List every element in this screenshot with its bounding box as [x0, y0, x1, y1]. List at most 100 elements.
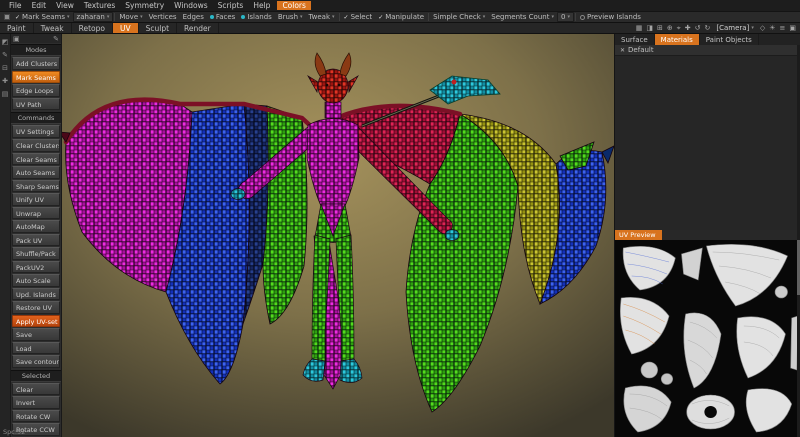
- cmd-sharp-seams[interactable]: Sharp Seams: [12, 180, 60, 193]
- mode-edge-loops[interactable]: Edge Loops: [12, 84, 60, 97]
- cmd-unwrap[interactable]: Unwrap: [12, 207, 60, 220]
- symmetry-icon[interactable]: ⊕: [667, 24, 673, 32]
- uv-preview-panel[interactable]: [615, 240, 800, 437]
- wireframe-icon[interactable]: ▦: [636, 24, 643, 32]
- cmd-restore-uv[interactable]: Restore UV: [12, 301, 60, 314]
- viewport-canvas[interactable]: [62, 34, 614, 437]
- tab-uv[interactable]: UV: [113, 23, 139, 33]
- tab-materials[interactable]: Materials: [655, 34, 700, 45]
- sel-rotate-cw[interactable]: Rotate CW: [12, 410, 60, 423]
- menu-textures[interactable]: Textures: [79, 1, 120, 10]
- move-mode[interactable]: Move ▾: [116, 13, 145, 21]
- cmd-auto-seams[interactable]: Auto Seams: [12, 166, 60, 179]
- segments-value-field[interactable]: 0 ▾: [557, 12, 574, 22]
- chevron-down-icon: ▾: [332, 14, 335, 20]
- shading-icon[interactable]: ◨: [646, 24, 653, 32]
- cmd-clear-clusters[interactable]: Clear Clusters: [12, 139, 60, 152]
- faces-mode[interactable]: Faces: [207, 13, 238, 21]
- rotate-left-icon[interactable]: ↺: [695, 24, 701, 32]
- panel-icon[interactable]: ▣: [13, 35, 20, 43]
- radio-icon: [580, 15, 585, 20]
- cmd-load[interactable]: Load: [12, 342, 60, 355]
- viewport-3d[interactable]: [62, 34, 614, 437]
- material-default-label: Default: [628, 46, 654, 54]
- cmd-pack-uv[interactable]: Pack UV: [12, 234, 60, 247]
- select-label: Select: [351, 13, 373, 21]
- tab-paint-objects[interactable]: Paint Objects: [700, 34, 759, 45]
- vertices-mode[interactable]: Vertices: [146, 13, 180, 21]
- menu-icon[interactable]: ≡: [780, 24, 786, 32]
- cmd-clear-seams[interactable]: Clear Seams: [12, 153, 60, 166]
- transform-icon[interactable]: ✚: [685, 24, 691, 32]
- mode-uv-path[interactable]: UV Path: [12, 98, 60, 111]
- tab-tweak[interactable]: Tweak: [34, 23, 72, 33]
- cmd-save-contour[interactable]: Save contour: [12, 355, 60, 368]
- menu-symmetry[interactable]: Symmetry: [120, 1, 169, 10]
- chevron-down-icon: ▾: [140, 14, 143, 20]
- menu-view[interactable]: View: [51, 1, 79, 10]
- segments-value: 0: [561, 13, 565, 21]
- tab-retopo[interactable]: Retopo: [72, 23, 113, 33]
- close-icon[interactable]: ✕: [620, 47, 625, 54]
- menu-scripts[interactable]: Scripts: [213, 1, 249, 10]
- snap-icon[interactable]: ⌖: [677, 24, 681, 33]
- tab-render[interactable]: Render: [177, 23, 219, 33]
- status-text: Spc:52: [3, 428, 25, 436]
- preset-dropdown[interactable]: zaharan ▾: [73, 12, 114, 22]
- mark-seams-toggle[interactable]: ✓ Mark Seams ▾: [12, 13, 73, 21]
- uv-preview-label[interactable]: UV Preview: [615, 230, 662, 240]
- cmd-uv-settings[interactable]: UV Settings: [12, 125, 60, 138]
- move-label: Move: [119, 13, 138, 21]
- cmd-unify-uv[interactable]: Unify UV: [12, 193, 60, 206]
- islands-mode[interactable]: Islands: [238, 13, 274, 21]
- select-toggle[interactable]: ✓ Select: [341, 13, 376, 21]
- camera-dropdown[interactable]: [Camera] ▾: [714, 24, 755, 32]
- light-icon[interactable]: ☀: [769, 24, 775, 32]
- menu-edit[interactable]: Edit: [27, 1, 52, 10]
- camera-label: [Camera]: [716, 24, 749, 32]
- app-window: File Edit View Textures Symmetry Windows…: [0, 0, 800, 437]
- menu-windows[interactable]: Windows: [169, 1, 212, 10]
- viewport-layout-icon[interactable]: ▣: [789, 24, 796, 32]
- cmd-upd-islands[interactable]: Upd. Islands: [12, 288, 60, 301]
- menu-file[interactable]: File: [4, 1, 27, 10]
- material-default-row[interactable]: ✕ Default: [615, 45, 800, 56]
- faces-label: Faces: [216, 13, 235, 21]
- rotate-right-icon[interactable]: ↻: [705, 24, 711, 32]
- edit-panel-icon[interactable]: ✎: [53, 35, 59, 43]
- tab-paint[interactable]: Paint: [0, 23, 34, 33]
- sel-invert[interactable]: Invert: [12, 396, 60, 409]
- simple-check-dropdown[interactable]: Simple Check ▾: [430, 13, 488, 21]
- preview-islands-toggle[interactable]: Preview Islands: [577, 13, 644, 21]
- sel-clear[interactable]: Clear: [12, 383, 60, 396]
- tab-surface[interactable]: Surface: [615, 34, 655, 45]
- cmd-shuffle-pack[interactable]: Shuffle/Pack: [12, 247, 60, 260]
- mode-add-clusters[interactable]: Add Clusters: [12, 57, 60, 70]
- mode-mark-seams[interactable]: Mark Seams: [12, 71, 60, 84]
- layers-tool-icon[interactable]: ▤: [2, 90, 9, 98]
- mode-dot-icon: [210, 15, 214, 19]
- menu-help[interactable]: Help: [248, 1, 275, 10]
- cmd-auto-scale[interactable]: Auto Scale: [12, 274, 60, 287]
- chevron-down-icon: ▾: [483, 14, 486, 20]
- tweak-mode[interactable]: Tweak ▾: [306, 13, 338, 21]
- panel-collapse-icon[interactable]: ⊟: [2, 64, 8, 72]
- separator: [575, 13, 576, 21]
- add-tool-icon[interactable]: ✚: [2, 77, 8, 85]
- cmd-apply-uv-set[interactable]: Apply UV-set: [12, 315, 60, 328]
- menu-colors[interactable]: Colors: [277, 1, 311, 10]
- edges-mode[interactable]: Edges: [180, 13, 207, 21]
- left-icon-strip: ◩ ✎ ⊟ ✚ ▤: [0, 34, 11, 437]
- cmd-automap[interactable]: AutoMap: [12, 220, 60, 233]
- manipulate-toggle[interactable]: ✓ Manipulate: [375, 13, 427, 21]
- segments-count-dropdown[interactable]: Segments Count ▾: [488, 13, 557, 21]
- tab-sculpt[interactable]: Sculpt: [139, 23, 177, 33]
- cmd-save[interactable]: Save: [12, 328, 60, 341]
- pencil-tool-icon[interactable]: ✎: [2, 51, 8, 59]
- brush-mode[interactable]: Brush ▾: [275, 13, 306, 21]
- grid-icon[interactable]: ⊞: [657, 24, 663, 32]
- perspective-icon[interactable]: ◇: [760, 24, 765, 32]
- cmd-pack-uv2[interactable]: PackUV2: [12, 261, 60, 274]
- chevron-down-icon: ▾: [551, 14, 554, 20]
- select-tool-icon[interactable]: ◩: [2, 38, 9, 46]
